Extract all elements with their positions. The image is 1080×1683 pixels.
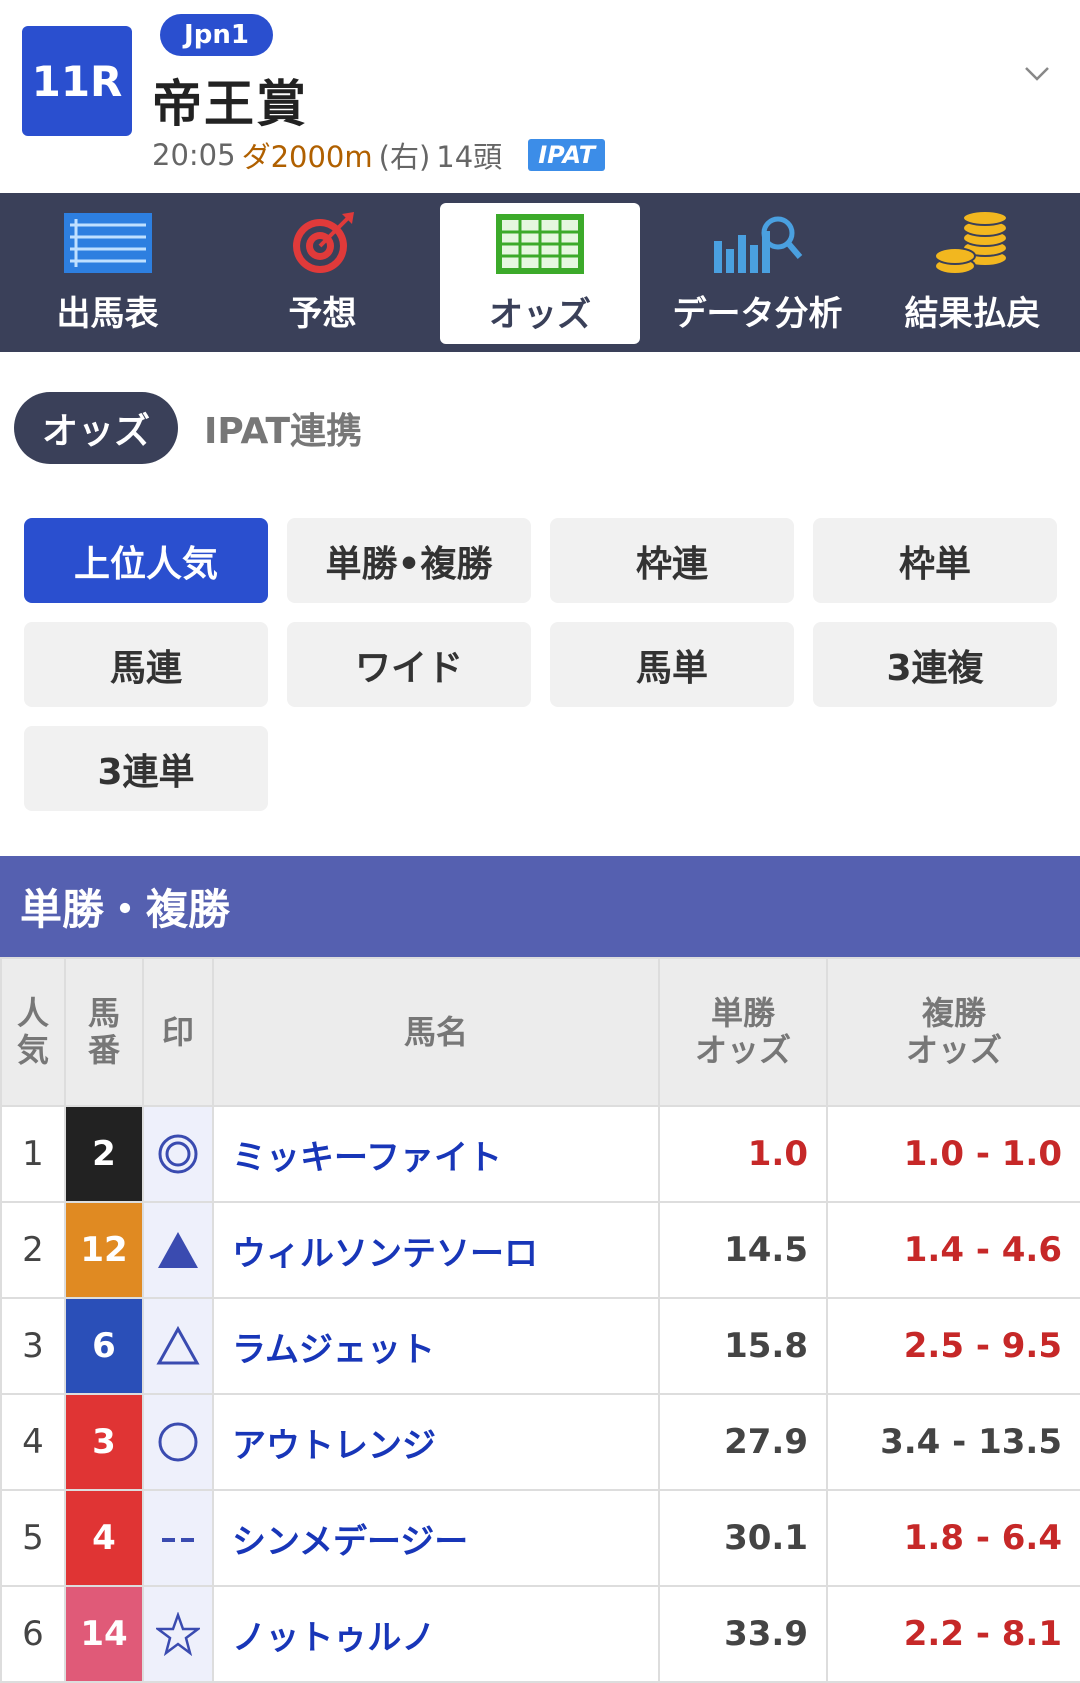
race-header: 11R Jpn1 帝王賞 20:05 ダ2000m (右) 14頭 IPAT xyxy=(0,0,1080,193)
table-header-row: 人気 馬番 印 馬名 単勝 オッズ 複勝 オッズ xyxy=(0,957,1080,1107)
place-odds-cell: 1.8 - 6.4 xyxy=(826,1489,1080,1587)
rank-cell: 3 xyxy=(0,1297,66,1395)
filter-trifecta[interactable]: 3連単 xyxy=(24,726,268,811)
horse-number-cell: 2 xyxy=(64,1105,144,1203)
rank-cell: 1 xyxy=(0,1105,66,1203)
nav-label: 予想 xyxy=(288,294,357,334)
rank-cell: 2 xyxy=(0,1201,66,1299)
nav-results[interactable]: 結果払戻 xyxy=(865,193,1080,352)
runner-count: 14頭 xyxy=(436,140,503,174)
header-number: 馬番 xyxy=(64,957,144,1107)
table-row: 4 3 アウトレンジ 27.9 3.4 - 13.5 xyxy=(0,1393,1080,1491)
nav-label: 出馬表 xyxy=(56,294,159,334)
horse-number-cell: 14 xyxy=(64,1585,144,1683)
horse-number-cell: 4 xyxy=(64,1489,144,1587)
coins-icon xyxy=(923,210,1023,276)
place-odds-cell: 1.0 - 1.0 xyxy=(826,1105,1080,1203)
table-row: 3 6 ラムジェット 15.8 2.5 - 9.5 xyxy=(0,1297,1080,1395)
grade-badge: Jpn1 xyxy=(160,14,273,56)
horse-number-cell: 12 xyxy=(64,1201,144,1299)
filter-bracket-quinella[interactable]: 枠連 xyxy=(550,518,794,603)
header-rank: 人気 xyxy=(0,957,66,1107)
mark-open-triangle-icon xyxy=(142,1297,214,1395)
mark-circle-icon xyxy=(142,1393,214,1491)
horse-name-link[interactable]: シンメデージー xyxy=(212,1489,660,1587)
rank-cell: 6 xyxy=(0,1585,66,1683)
filter-bracket-exacta[interactable]: 枠単 xyxy=(813,518,1057,603)
subtab-ipat-link[interactable]: IPAT連携 xyxy=(204,402,362,454)
odds-table: 人気 馬番 印 馬名 単勝 オッズ 複勝 オッズ 1 2 ミッキーファイト 1.0 1.… xyxy=(0,957,1080,1683)
chevron-down-icon[interactable] xyxy=(1022,58,1052,88)
horse-number-cell: 3 xyxy=(64,1393,144,1491)
horse-number-cell: 6 xyxy=(64,1297,144,1395)
header-win-odds: 単勝 オッズ xyxy=(658,957,828,1107)
horse-name-link[interactable]: ミッキーファイト xyxy=(212,1105,660,1203)
win-odds-cell: 30.1 xyxy=(658,1489,828,1587)
horse-name-link[interactable]: アウトレンジ xyxy=(212,1393,660,1491)
win-odds-cell: 15.8 xyxy=(658,1297,828,1395)
filter-quinella[interactable]: 馬連 xyxy=(24,622,268,707)
main-nav: 出馬表 予想 オッズ データ分析 結果払戻 xyxy=(0,193,1080,352)
mark-double-circle-icon xyxy=(142,1105,214,1203)
place-odds-cell: 2.2 - 8.1 xyxy=(826,1585,1080,1683)
header-name: 馬名 xyxy=(212,957,660,1107)
ipat-badge: IPAT xyxy=(528,139,606,171)
nav-label: データ分析 xyxy=(672,294,843,334)
bet-type-filters: 上位人気 単勝•複勝 枠連 枠単 馬連 ワイド 馬単 3連複 3連単 xyxy=(24,518,1057,811)
place-odds-cell: 3.4 - 13.5 xyxy=(826,1393,1080,1491)
header-place-odds: 複勝 オッズ xyxy=(826,957,1080,1107)
nav-label: 結果払戻 xyxy=(904,294,1041,334)
horse-name-link[interactable]: ノットゥルノ xyxy=(212,1585,660,1683)
race-number-badge: 11R xyxy=(22,26,132,136)
win-odds-cell: 1.0 xyxy=(658,1105,828,1203)
race-title: 帝王賞 xyxy=(152,75,308,133)
odds-subtabs: オッズ IPAT連携 xyxy=(14,392,362,464)
odds-body: 1 2 ミッキーファイト 1.0 1.0 - 1.0 2 12 ウィルソンテソーロ 14.5 1.… xyxy=(0,1105,1080,1683)
mark-filled-triangle-icon xyxy=(142,1201,214,1299)
horse-name-link[interactable]: ウィルソンテソーロ xyxy=(212,1201,660,1299)
header-rank-label: 人気 xyxy=(16,994,49,1069)
nav-prediction[interactable]: 予想 xyxy=(215,193,430,352)
target-icon xyxy=(273,210,373,276)
table-row: 2 12 ウィルソンテソーロ 14.5 1.4 - 4.6 xyxy=(0,1201,1080,1299)
filter-trio[interactable]: 3連複 xyxy=(813,622,1057,707)
place-odds-cell: 2.5 - 9.5 xyxy=(826,1297,1080,1395)
win-odds-cell: 33.9 xyxy=(658,1585,828,1683)
rank-cell: 4 xyxy=(0,1393,66,1491)
race-time: 20:05 xyxy=(152,138,236,172)
race-direction: (右) xyxy=(378,140,431,174)
table-row: 1 2 ミッキーファイト 1.0 1.0 - 1.0 xyxy=(0,1105,1080,1203)
table-row: 5 4 シンメデージー 30.1 1.8 - 6.4 xyxy=(0,1489,1080,1587)
subtab-odds[interactable]: オッズ xyxy=(14,392,179,464)
filter-win-place[interactable]: 単勝•複勝 xyxy=(287,518,531,603)
horse-name-link[interactable]: ラムジェット xyxy=(212,1297,660,1395)
section-title: 単勝・複勝 xyxy=(0,856,1080,957)
filter-exacta[interactable]: 馬単 xyxy=(550,622,794,707)
nav-label: オッズ xyxy=(489,295,591,335)
table-row: 6 14 ノットゥルノ 33.9 2.2 - 8.1 xyxy=(0,1585,1080,1683)
mark-star-icon xyxy=(142,1585,214,1683)
filter-wide[interactable]: ワイド xyxy=(287,622,531,707)
header-number-label: 馬番 xyxy=(87,994,120,1069)
win-odds-cell: 27.9 xyxy=(658,1393,828,1491)
race-info: 20:05 ダ2000m (右) 14頭 IPAT xyxy=(152,134,606,176)
mark-dash-icon xyxy=(142,1489,214,1587)
filter-popular[interactable]: 上位人気 xyxy=(24,518,268,603)
win-odds-cell: 14.5 xyxy=(658,1201,828,1299)
rank-cell: 5 xyxy=(0,1489,66,1587)
entry-list-icon xyxy=(58,210,158,276)
header-mark: 印 xyxy=(142,957,214,1107)
race-course: ダ2000m xyxy=(241,140,373,174)
place-odds-cell: 1.4 - 4.6 xyxy=(826,1201,1080,1299)
nav-odds[interactable]: オッズ xyxy=(440,203,640,344)
nav-entry-list[interactable]: 出馬表 xyxy=(0,193,215,352)
nav-analytics[interactable]: データ分析 xyxy=(650,193,865,352)
odds-sheet-icon xyxy=(490,211,590,277)
analytics-icon xyxy=(708,210,808,276)
